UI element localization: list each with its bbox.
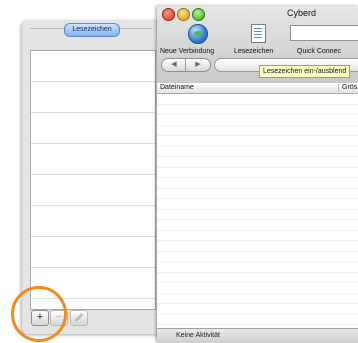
edit-bookmark-button[interactable] bbox=[70, 310, 88, 326]
table-row bbox=[157, 157, 358, 168]
list-item bbox=[31, 51, 155, 82]
new-connection-label[interactable]: Neue Verbindung bbox=[160, 48, 214, 55]
window-title: Cyberd bbox=[287, 8, 317, 18]
table-row bbox=[157, 210, 358, 220]
table-row bbox=[157, 115, 358, 126]
bookmarks-toggle-label[interactable]: Lesezeichen bbox=[234, 48, 273, 55]
table-row bbox=[157, 220, 358, 231]
table-row bbox=[157, 315, 358, 325]
bookmark-list[interactable] bbox=[30, 50, 156, 310]
list-item bbox=[31, 144, 155, 175]
table-row bbox=[157, 94, 358, 105]
table-row bbox=[157, 283, 358, 294]
table-row bbox=[157, 178, 358, 189]
table-row bbox=[157, 199, 358, 210]
column-divider bbox=[338, 84, 339, 92]
column-header-size[interactable]: Grös bbox=[342, 83, 357, 93]
quick-connect-input[interactable] bbox=[290, 25, 358, 41]
table-row bbox=[157, 273, 358, 283]
status-text: Keine Aktivität bbox=[176, 332, 220, 339]
status-bar: Keine Aktivität bbox=[157, 328, 358, 343]
minimize-window-button[interactable] bbox=[177, 8, 190, 21]
list-item bbox=[31, 175, 155, 206]
list-item bbox=[31, 206, 155, 237]
table-row bbox=[157, 294, 358, 304]
close-window-button[interactable] bbox=[162, 8, 175, 21]
main-window: Cyberd Neue Verbindung Lesezeichen Quick… bbox=[157, 6, 358, 343]
add-bookmark-button[interactable]: + bbox=[31, 310, 49, 326]
column-header-filename[interactable]: Dateiname bbox=[160, 83, 194, 93]
bookmarks-tab[interactable]: Lesezeichen bbox=[64, 23, 120, 37]
table-row bbox=[157, 147, 358, 157]
list-item bbox=[31, 268, 155, 299]
back-button[interactable]: ◀ bbox=[162, 59, 186, 71]
remove-bookmark-button[interactable]: − bbox=[50, 310, 68, 326]
navigation-buttons: ◀ ▶ bbox=[161, 58, 211, 72]
table-row bbox=[157, 252, 358, 262]
file-list[interactable] bbox=[157, 94, 358, 328]
bookmarks-tooltip: Lesezeichen ein-/ausblend bbox=[259, 65, 351, 78]
table-row bbox=[157, 168, 358, 178]
table-row bbox=[157, 241, 358, 252]
table-row bbox=[157, 262, 358, 273]
forward-button[interactable]: ▶ bbox=[186, 59, 210, 71]
list-item bbox=[31, 82, 155, 113]
toolbar: Cyberd Neue Verbindung Lesezeichen Quick… bbox=[157, 6, 358, 84]
file-list-header: Dateiname Grös bbox=[157, 83, 358, 94]
list-item bbox=[31, 113, 155, 144]
drawer-tabbar: Lesezeichen bbox=[30, 23, 152, 43]
quick-connect-label: Quick Connec bbox=[297, 48, 341, 55]
table-row bbox=[157, 105, 358, 115]
table-row bbox=[157, 189, 358, 199]
table-row bbox=[157, 126, 358, 136]
pencil-icon bbox=[74, 312, 84, 323]
table-row bbox=[157, 136, 358, 147]
zoom-window-button[interactable] bbox=[192, 8, 205, 21]
table-row bbox=[157, 304, 358, 315]
globe-icon[interactable] bbox=[188, 24, 208, 44]
list-item bbox=[31, 237, 155, 268]
table-row bbox=[157, 231, 358, 241]
document-icon[interactable] bbox=[251, 24, 266, 43]
bookmark-drawer: Lesezeichen + − bbox=[22, 20, 160, 334]
